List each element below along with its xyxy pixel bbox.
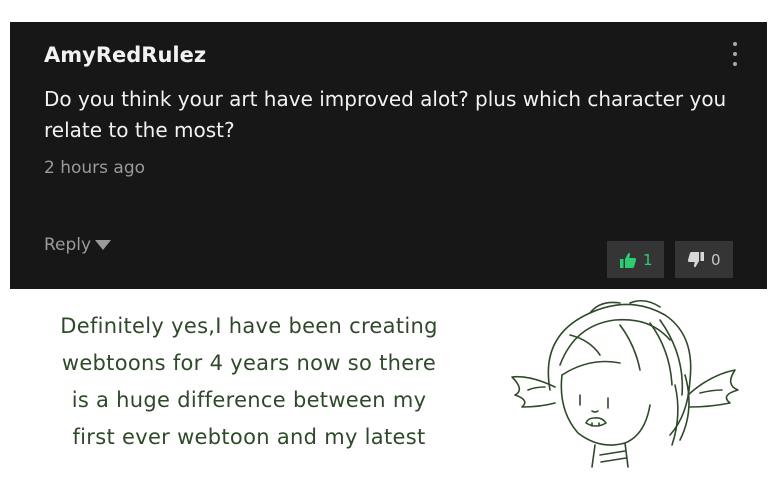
comment-timestamp: 2 hours ago	[44, 158, 146, 178]
answer-line: is a huge difference between my	[71, 388, 427, 412]
dislike-button[interactable]: 0	[675, 241, 733, 278]
answer-line: webtoons for 4 years now so there	[61, 351, 437, 375]
answer-line: Definitely yes,I have been creating	[60, 314, 438, 338]
thumbs-down-icon	[687, 251, 704, 267]
reply-button[interactable]: Reply	[44, 235, 112, 255]
character-doodle-illustration	[511, 299, 739, 468]
caret-down-icon	[95, 240, 112, 250]
comment-text: Do you think your art have improved alot…	[44, 87, 727, 142]
more-options-icon[interactable]	[730, 42, 740, 72]
reply-label: Reply	[44, 235, 92, 255]
dislike-count: 0	[711, 250, 721, 269]
comment-username[interactable]: AmyRedRulez	[44, 43, 206, 67]
thumbs-up-icon	[620, 252, 637, 268]
like-count: 1	[643, 250, 653, 269]
comment-card: AmyRedRulez Do you think your art have i…	[10, 22, 767, 289]
handwritten-answer: Definitely yes,I have been creating webt…	[14, 308, 484, 456]
answer-line: first ever webtoon and my latest	[72, 425, 426, 449]
like-button[interactable]: 1	[607, 241, 664, 278]
